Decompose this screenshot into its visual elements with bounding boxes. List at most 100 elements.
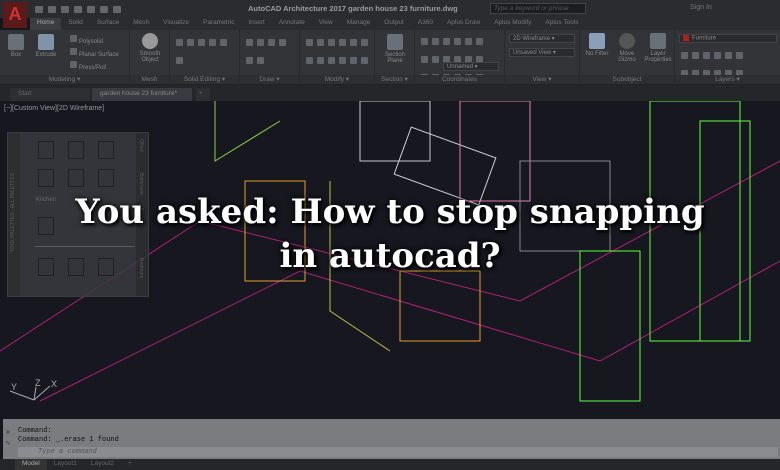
tool-icon[interactable] <box>176 39 183 46</box>
smooth-object-button[interactable]: Smooth Object <box>132 33 168 63</box>
tool-icon[interactable] <box>692 52 699 59</box>
tool-icon[interactable] <box>465 38 472 45</box>
undo-icon[interactable] <box>100 6 108 13</box>
tool-icon[interactable] <box>209 39 216 46</box>
tool-icon[interactable] <box>339 39 346 46</box>
layer-properties-button[interactable]: Layer Properties <box>642 33 674 63</box>
palette-tool[interactable] <box>98 169 114 187</box>
redo-icon[interactable] <box>113 6 121 13</box>
save-icon[interactable] <box>61 6 69 13</box>
panel-label[interactable]: Subobject <box>580 75 674 84</box>
palette-tab[interactable]: Office <box>138 139 144 152</box>
panel-label[interactable]: Layers ▾ <box>675 75 780 84</box>
tool-icon[interactable] <box>246 57 253 64</box>
box-button[interactable]: Box <box>4 34 28 58</box>
ribbon-tab-home[interactable]: Home <box>30 18 61 30</box>
tool-icon[interactable] <box>454 38 461 45</box>
tool-icon[interactable] <box>476 38 483 45</box>
tool-icon[interactable] <box>350 39 357 46</box>
move-gizmo-button[interactable]: Move Gizmo <box>614 33 640 63</box>
layer-dropdown[interactable]: Furniture <box>679 34 777 43</box>
wrench-icon[interactable]: ✎ <box>6 439 10 448</box>
tool-icon[interactable] <box>421 56 428 63</box>
ribbon-tab-a360[interactable]: A360 <box>411 18 440 30</box>
add-layout-button[interactable]: + <box>121 459 139 470</box>
panel-label[interactable]: Draw ▾ <box>240 75 299 84</box>
ribbon-tab-aplus-draw[interactable]: Aplus Draw <box>440 18 487 30</box>
ribbon-tab-aplus-tools[interactable]: Aplus Tools <box>538 18 585 30</box>
panel-label[interactable]: Solid Editing ▾ <box>170 75 239 84</box>
tool-icon[interactable] <box>268 39 275 46</box>
tool-icon[interactable] <box>306 57 313 64</box>
tab-layout1[interactable]: Layout1 <box>47 459 84 470</box>
tool-icon[interactable] <box>725 52 732 59</box>
panel-label[interactable]: Modeling ▾ <box>0 75 129 84</box>
ucs-dropdown[interactable]: Unnamed ▾ <box>443 62 499 71</box>
tool-icon[interactable] <box>317 57 324 64</box>
ribbon-tab-mesh[interactable]: Mesh <box>126 18 156 30</box>
tab-start[interactable]: Start <box>10 88 90 101</box>
tool-icon[interactable] <box>339 57 346 64</box>
palette-tool[interactable] <box>68 169 84 187</box>
sign-in-link[interactable]: Sign In <box>690 4 712 11</box>
planar-surface-button[interactable]: Planar Surface <box>68 47 119 58</box>
visual-style-dropdown[interactable]: 2D Wireframe ▾ <box>509 34 575 43</box>
tool-icon[interactable] <box>350 57 357 64</box>
palette-tool[interactable] <box>38 169 54 187</box>
tool-icon[interactable] <box>279 39 286 46</box>
palette-tool[interactable] <box>38 141 54 159</box>
ribbon-tab-aplus-modify[interactable]: Aplus Modify <box>487 18 538 30</box>
tool-icon[interactable] <box>198 39 205 46</box>
tool-icon[interactable] <box>220 39 227 46</box>
palette-tool[interactable] <box>68 141 84 159</box>
tool-icon[interactable] <box>432 38 439 45</box>
ribbon-tab-view[interactable]: View <box>312 18 340 30</box>
polysolid-button[interactable]: Polysolid <box>68 34 103 45</box>
tool-icon[interactable] <box>246 39 253 46</box>
tool-icon[interactable] <box>361 39 368 46</box>
new-tab-button[interactable]: + <box>196 88 210 101</box>
command-input[interactable]: Type a command <box>18 447 778 457</box>
panel-label[interactable]: View ▾ <box>505 75 579 84</box>
saved-view-dropdown[interactable]: Unsaved View ▾ <box>509 48 575 57</box>
tool-icon[interactable] <box>317 39 324 46</box>
ribbon-tab-output[interactable]: Output <box>377 18 411 30</box>
panel-label[interactable]: Mesh <box>130 75 169 84</box>
viewport-controls-label[interactable]: [−][Custom View][2D Wireframe] <box>4 105 104 112</box>
tool-icon[interactable] <box>443 38 450 45</box>
application-menu-button[interactable]: A <box>3 2 27 28</box>
tool-icon[interactable] <box>257 39 264 46</box>
ribbon-tab-parametric[interactable]: Parametric <box>196 18 241 30</box>
tab-model[interactable]: Model <box>15 459 47 470</box>
tool-icon[interactable] <box>421 38 428 45</box>
tool-icon[interactable] <box>257 57 264 64</box>
panel-label[interactable]: Section ▾ <box>375 75 414 84</box>
tool-icon[interactable] <box>361 57 368 64</box>
tool-icon[interactable] <box>176 57 183 64</box>
extrude-button[interactable]: Extrude <box>32 34 60 58</box>
tool-icon[interactable] <box>714 52 721 59</box>
tool-icon[interactable] <box>187 39 194 46</box>
tab-layout2[interactable]: Layout2 <box>84 459 121 470</box>
close-icon[interactable]: ✕ <box>6 428 10 437</box>
tab-drawing[interactable]: garden house 23 furniture* <box>92 88 192 101</box>
palette-tool[interactable] <box>98 141 114 159</box>
print-icon[interactable] <box>87 6 95 13</box>
ribbon-tab-solid[interactable]: Solid <box>61 18 89 30</box>
new-icon[interactable] <box>35 6 43 13</box>
ribbon-tab-insert[interactable]: Insert <box>241 18 271 30</box>
panel-label[interactable]: Modify ▾ <box>300 75 374 84</box>
ribbon-tab-annotate[interactable]: Annotate <box>272 18 312 30</box>
presspull-button[interactable]: Press/Pull <box>68 60 106 71</box>
open-icon[interactable] <box>48 6 56 13</box>
tool-icon[interactable] <box>432 56 439 63</box>
tool-icon[interactable] <box>681 52 688 59</box>
tool-icon[interactable] <box>328 39 335 46</box>
ribbon-tab-manage[interactable]: Manage <box>340 18 378 30</box>
no-filter-button[interactable]: No Filter <box>582 33 612 57</box>
saveas-icon[interactable] <box>74 6 82 13</box>
ribbon-tab-surface[interactable]: Surface <box>90 18 126 30</box>
ribbon-tab-visualize[interactable]: Visualize <box>156 18 196 30</box>
tool-icon[interactable] <box>328 57 335 64</box>
tool-icon[interactable] <box>703 52 710 59</box>
